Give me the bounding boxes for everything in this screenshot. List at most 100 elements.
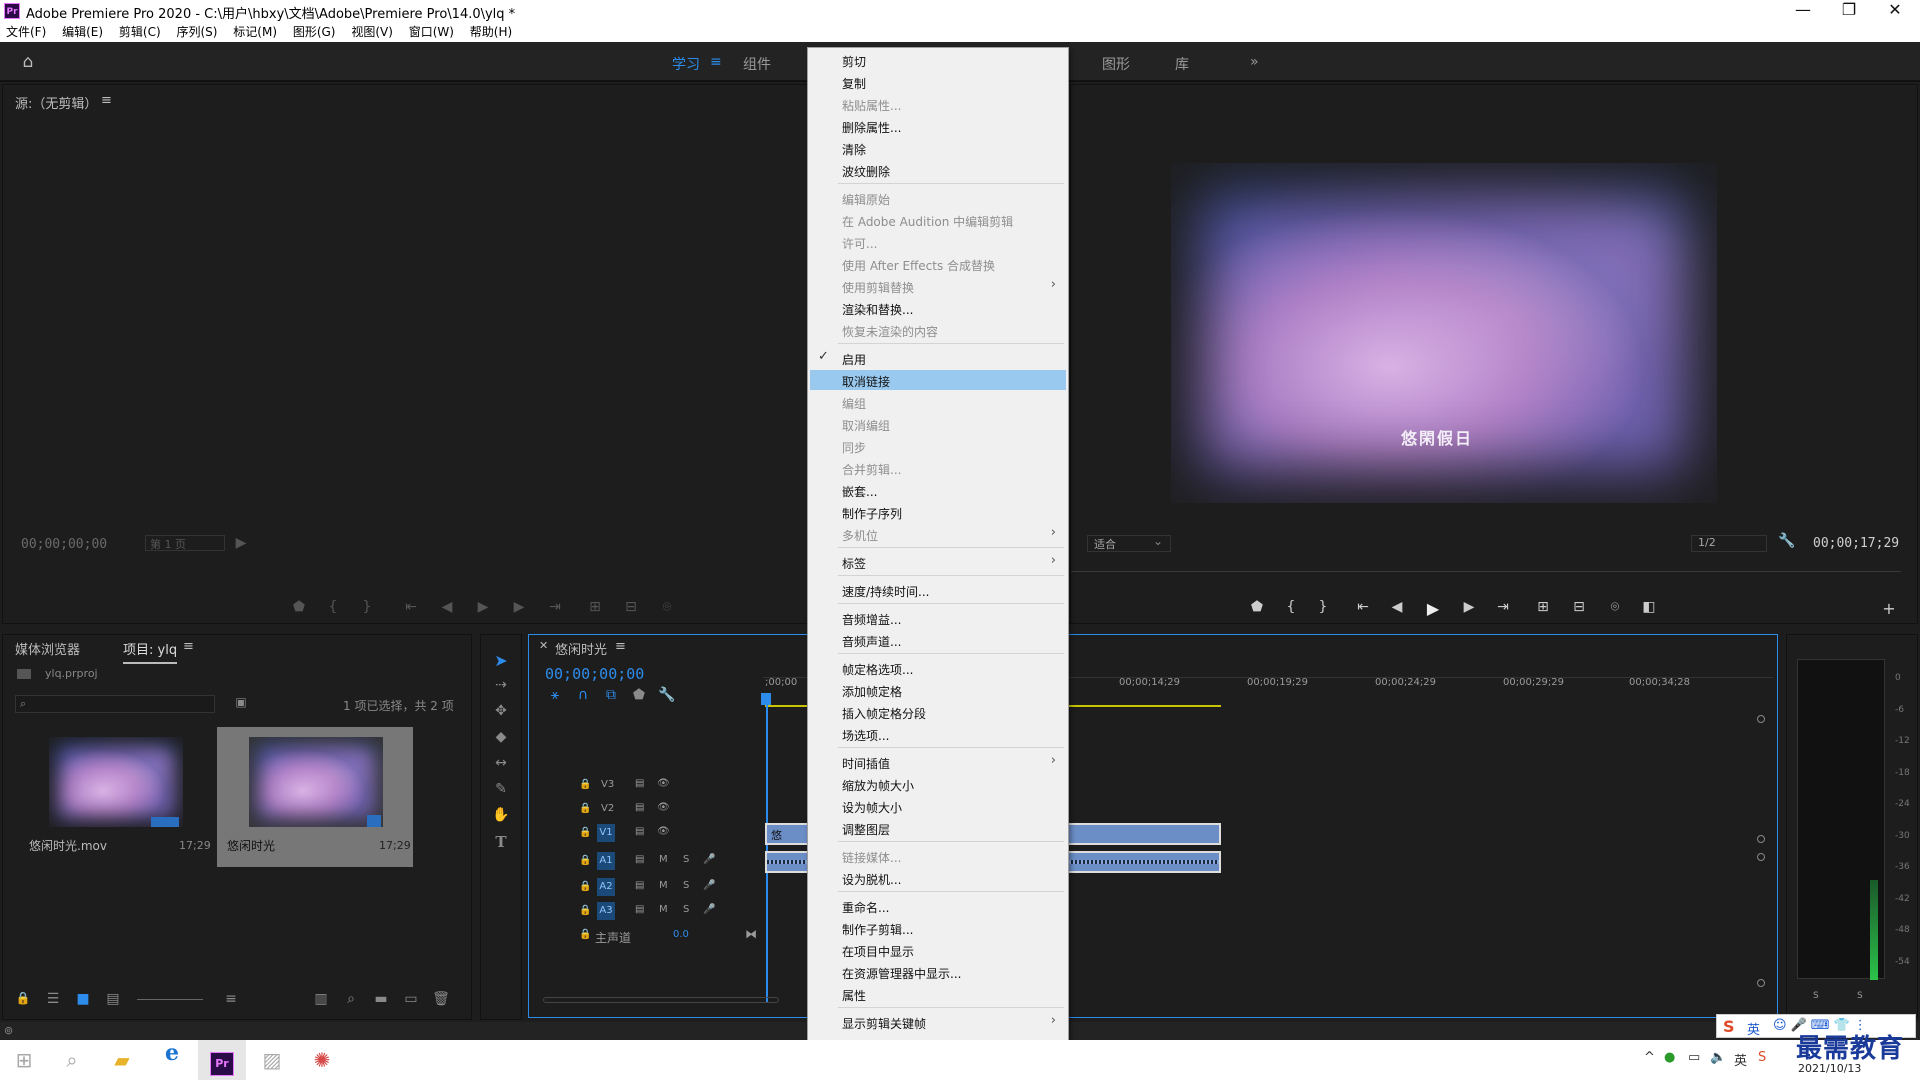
step-back-icon[interactable]: ◀ — [1387, 599, 1407, 615]
context-menu-item[interactable]: 在项目中显示 — [810, 940, 1066, 960]
context-menu-item[interactable]: 删除属性... — [810, 116, 1066, 136]
source-go-in-icon[interactable]: ⇤ — [401, 599, 421, 615]
context-menu-item[interactable]: 复制 — [810, 72, 1066, 92]
context-menu-item[interactable]: 在资源管理器中显示... — [810, 962, 1066, 982]
tab-media-browser[interactable]: 媒体浏览器 — [15, 639, 80, 658]
menu-file[interactable]: 文件(F) — [0, 22, 52, 42]
play-small-icon[interactable]: ▶ — [231, 535, 251, 551]
lock-icon[interactable]: 🔒 — [579, 929, 591, 940]
solo-button[interactable]: S — [683, 904, 689, 915]
list-view-icon[interactable]: ☰ — [43, 991, 63, 1007]
automate-icon[interactable]: ▥ — [311, 991, 331, 1007]
lock-icon[interactable]: 🔒 — [579, 827, 591, 838]
find-icon[interactable]: ⌕ — [341, 991, 361, 1007]
razor-tool-icon[interactable]: ◆ — [491, 729, 511, 745]
lock-icon[interactable]: 🔒 — [579, 803, 591, 814]
source-overwrite-icon[interactable]: ⊟ — [621, 599, 641, 615]
icon-view-icon[interactable]: ■ — [73, 991, 93, 1007]
solo-button[interactable]: S — [683, 880, 689, 891]
tab-project[interactable]: 项目: ylq — [123, 639, 178, 664]
add-marker-icon[interactable]: ⬟ — [1247, 599, 1267, 615]
microphone-icon[interactable]: 🎤 — [703, 904, 715, 915]
freeform-view-icon[interactable]: ▤ — [103, 991, 123, 1007]
track-output-icon[interactable]: ▤ — [635, 778, 644, 789]
windows-start-icon[interactable]: ⊞ — [0, 1040, 48, 1080]
sogou-logo-icon[interactable]: S — [1723, 1017, 1735, 1036]
workspace-more-button[interactable]: » — [1250, 54, 1259, 70]
source-play-icon[interactable]: ▶ — [473, 599, 493, 615]
eye-icon[interactable]: 👁 — [657, 778, 670, 789]
source-go-out-icon[interactable]: ⇥ — [545, 599, 565, 615]
timeline-timecode[interactable]: 00;00;00;00 — [545, 665, 644, 683]
go-to-end-icon[interactable]: ⧓ — [745, 927, 757, 941]
zoom-slider[interactable] — [137, 999, 203, 1000]
close-tab-icon[interactable]: ✕ — [539, 639, 548, 652]
scrollbar-handle[interactable] — [1757, 853, 1765, 861]
context-menu-item[interactable]: 清除 — [810, 138, 1066, 158]
track-output-icon[interactable]: ▤ — [635, 880, 644, 891]
settings-wrench-icon[interactable]: 🔧 — [657, 687, 677, 703]
mark-out-icon[interactable]: } — [1313, 599, 1333, 615]
extract-icon[interactable]: ⊟ — [1569, 599, 1589, 615]
track-label-a2[interactable]: A2 — [597, 878, 615, 896]
track-select-tool-icon[interactable]: ⇢ — [491, 677, 511, 693]
ime-language-toggle[interactable]: 英 — [1747, 1019, 1760, 1038]
panel-menu-icon[interactable]: ≡ — [183, 639, 194, 654]
pen-tool-icon[interactable]: ✎ — [491, 781, 511, 797]
mute-button[interactable]: M — [659, 854, 668, 865]
context-menu-item[interactable]: 标签 › — [810, 552, 1066, 572]
tray-chevron-icon[interactable]: ^ — [1644, 1050, 1655, 1065]
scrollbar-handle[interactable] — [1757, 715, 1765, 723]
workspace-assembly[interactable]: 组件 — [743, 54, 771, 74]
source-marker-icon[interactable]: ⬟ — [289, 599, 309, 615]
search-icon[interactable]: ⌕ — [48, 1040, 96, 1080]
source-page-dropdown[interactable]: 第 1 页 — [145, 535, 225, 551]
close-button[interactable]: ✕ — [1872, 0, 1918, 22]
source-step-back-icon[interactable]: ◀ — [437, 599, 457, 615]
lock-icon[interactable]: 🔒 — [579, 779, 591, 790]
context-menu-item[interactable]: 音频声道... — [810, 630, 1066, 650]
context-menu-item[interactable]: 场选项... — [810, 724, 1066, 744]
linked-selection-icon[interactable]: ⧉ — [601, 687, 621, 703]
lock-icon[interactable]: 🔒 — [13, 991, 33, 1005]
sogou-ime-icon[interactable]: S — [1758, 1050, 1766, 1065]
volume-icon[interactable]: 🔈 — [1710, 1050, 1726, 1065]
context-menu-item[interactable]: 调整图层 — [810, 818, 1066, 838]
panel-menu-icon[interactable]: ≡ — [615, 639, 626, 654]
slip-tool-icon[interactable]: ↔ — [491, 755, 511, 771]
context-menu-item[interactable]: 渲染和替换... — [810, 298, 1066, 318]
solo-right-button[interactable]: S — [1857, 991, 1863, 1001]
source-timecode[interactable]: 00;00;00;00 — [21, 537, 107, 552]
lock-icon[interactable]: 🔒 — [579, 905, 591, 916]
program-timeline-ruler[interactable] — [1071, 571, 1901, 572]
add-marker-icon[interactable]: ⬟ — [629, 687, 649, 703]
home-icon[interactable]: ⌂ — [18, 52, 38, 72]
context-menu-item[interactable]: 音频增益... — [810, 608, 1066, 628]
hand-tool-icon[interactable]: ✋ — [491, 807, 511, 823]
track-label-a3[interactable]: A3 — [597, 902, 615, 920]
timeline-tab[interactable]: 悠闲时光 — [555, 639, 607, 658]
context-menu-item[interactable]: 时间插值 › — [810, 752, 1066, 772]
menu-view[interactable]: 视图(V) — [345, 22, 399, 42]
source-insert-icon[interactable]: ⊞ — [585, 599, 605, 615]
context-menu-item[interactable]: 插入帧定格分段 — [810, 702, 1066, 722]
source-export-frame-icon[interactable]: ⌾ — [657, 599, 677, 615]
tray-app-icon[interactable]: ● — [1664, 1050, 1675, 1065]
go-to-out-icon[interactable]: ⇥ — [1493, 599, 1513, 615]
workspace-learn[interactable]: 学习 — [672, 54, 700, 74]
track-output-icon[interactable]: ▤ — [635, 854, 644, 865]
context-menu-item[interactable]: 剪切 — [810, 50, 1066, 70]
context-menu-item[interactable]: 速度/持续时间... — [810, 580, 1066, 600]
context-menu-item[interactable]: 制作子序列 — [810, 502, 1066, 522]
mute-button[interactable]: M — [659, 904, 668, 915]
track-output-icon[interactable]: ▤ — [635, 802, 644, 813]
export-frame-icon[interactable]: ⌾ — [1605, 599, 1625, 615]
maximize-button[interactable]: ❐ — [1826, 0, 1872, 22]
go-to-in-icon[interactable]: ⇤ — [1353, 599, 1373, 615]
context-menu-item[interactable]: 添加帧定格 — [810, 680, 1066, 700]
lock-icon[interactable]: 🔒 — [579, 881, 591, 892]
horizontal-zoom-scrollbar[interactable] — [543, 997, 779, 1003]
workspace-libraries[interactable]: 库 — [1175, 54, 1189, 74]
context-menu-item[interactable]: 属性 — [810, 984, 1066, 1004]
lock-icon[interactable]: 🔒 — [579, 855, 591, 866]
